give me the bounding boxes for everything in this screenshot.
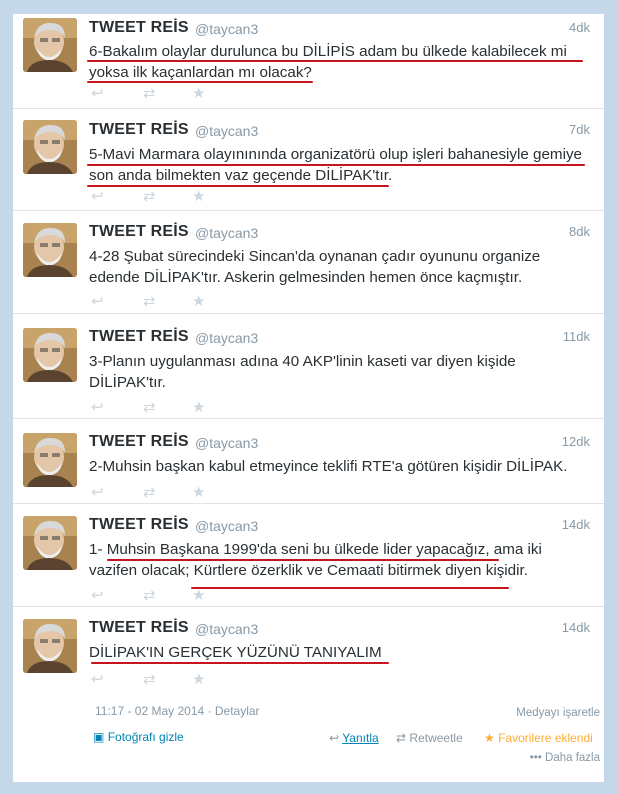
flag-media-link[interactable]: Medyayı işaretle [516,707,600,719]
red-underline-annotation [87,185,389,187]
tweet-detail-footer: 11:17 - 02 May 2014 · Detaylar Medyayı i… [13,704,604,782]
tweet-text-line: 4-28 Şubat sürecindeki Sincan'da oynanan… [89,248,541,265]
tweet-text: 4-28 Şubat sürecindeki Sincan'da oynanan… [89,246,589,288]
favorite-button[interactable]: ★ Favorilere eklendi [484,731,593,745]
tweet-time[interactable]: 12dk [562,434,590,449]
tweet-time[interactable]: 14dk [562,620,590,635]
tweet-text-line: 2-Muhsin başkan kabul etmeyince teklifi … [89,458,568,475]
star-icon[interactable]: ★ [192,189,205,205]
red-underline-annotation [87,60,583,62]
tweet-text: 3-Planın uygulanması adına 40 AKP'linin … [89,351,589,393]
retweet-label: Retweetle [409,731,463,745]
star-icon[interactable]: ★ [192,485,205,501]
star-icon[interactable]: ★ [192,86,205,102]
user-handle[interactable]: @taycan3 [195,225,258,241]
tweet-text-line: 1- Muhsin Başkana 1999'da seni bu ülkede… [89,541,542,558]
tweet-text-line: vazifen olacak; Kürtlere özerklik ve Cem… [89,562,528,579]
tweet-item[interactable]: TWEET REİS @taycan3 14dk 1- Muhsin Başka… [13,503,604,607]
star-icon: ★ [484,731,495,745]
tweet-item[interactable]: TWEET REİS @taycan3 8dk 4-28 Şubat sürec… [13,210,604,314]
tweet-time[interactable]: 7dk [569,122,590,137]
retweet-icon[interactable]: ⇄ [143,588,156,604]
tweet-timeline: TWEET REİS @taycan3 4dk 6-Bakalım olayla… [13,14,604,782]
reply-icon: ↩ [329,731,340,745]
retweet-icon[interactable]: ⇄ [143,485,156,501]
tweet-text-line: 3-Planın uygulanması adına 40 AKP'linin … [89,353,516,370]
more-label: Daha fazla [545,752,600,764]
tweet-text-line: edende DİLİPAK'tır. Askerin gelmesinden … [89,269,523,286]
tweet-timestamp[interactable]: 11:17 - 02 May 2014 · Detaylar [95,704,260,718]
retweet-button[interactable]: ⇄ Retweetle [396,731,463,745]
reply-icon[interactable]: ↩ [91,672,104,688]
tweet-item[interactable]: TWEET REİS @taycan3 12dk 2-Muhsin başkan… [13,418,604,504]
display-name[interactable]: TWEET REİS [89,121,189,139]
avatar[interactable] [23,328,77,382]
tweet-text-line: 6-Bakalım olaylar durulunca bu DİLİPİS a… [89,43,567,60]
photo-icon: ▣ [93,730,105,744]
user-handle[interactable]: @taycan3 [195,621,258,637]
tweet-item[interactable]: TWEET REİS @taycan3 14dk DİLİPAK'IN GERÇ… [13,606,604,696]
tweet-text-line: yoksa ilk kaçanlardan mı olacak? [89,64,312,81]
user-handle[interactable]: @taycan3 [195,123,258,139]
user-handle[interactable]: @taycan3 [195,330,258,346]
display-name[interactable]: TWEET REİS [89,19,189,37]
display-name[interactable]: TWEET REİS [89,516,189,534]
red-underline-annotation [191,587,509,589]
red-underline-annotation [87,164,585,166]
user-handle[interactable]: @taycan3 [195,518,258,534]
reply-icon[interactable]: ↩ [91,86,104,102]
avatar[interactable] [23,223,77,277]
retweet-icon[interactable]: ⇄ [143,672,156,688]
avatar[interactable] [23,433,77,487]
tweet-item[interactable]: TWEET REİS @taycan3 11dk 3-Planın uygula… [13,313,604,419]
avatar[interactable] [23,120,77,174]
reply-icon[interactable]: ↩ [91,189,104,205]
tweet-text: 2-Muhsin başkan kabul etmeyince teklifi … [89,456,589,477]
display-name[interactable]: TWEET REİS [89,619,189,637]
reply-icon[interactable]: ↩ [91,400,104,416]
red-underline-annotation [87,81,313,83]
display-name[interactable]: TWEET REİS [89,433,189,451]
more-dots-icon: ••• [529,752,542,764]
tweet-time[interactable]: 11dk [563,329,590,344]
star-icon[interactable]: ★ [192,588,205,604]
retweet-icon[interactable]: ⇄ [143,400,156,416]
avatar[interactable] [23,516,77,570]
tweet-text: 6-Bakalım olaylar durulunca bu DİLİPİS a… [89,41,589,83]
tweet-text-line: DİLİPAK'IN GERÇEK YÜZÜNÜ TANIYALIM [89,644,382,661]
red-underline-annotation [91,662,389,664]
tweet-time[interactable]: 8dk [569,224,590,239]
user-handle[interactable]: @taycan3 [195,21,258,37]
favorite-label: Favorilere eklendi [498,731,593,745]
reply-icon[interactable]: ↩ [91,485,104,501]
tweet-item[interactable]: TWEET REİS @taycan3 7dk 5-Mavi Marmara o… [13,108,604,211]
retweet-icon: ⇄ [396,731,407,745]
retweet-icon[interactable]: ⇄ [143,189,156,205]
reply-label: Yanıtla [342,731,379,745]
retweet-icon[interactable]: ⇄ [143,294,156,310]
star-icon[interactable]: ★ [192,294,205,310]
display-name[interactable]: TWEET REİS [89,328,189,346]
star-icon[interactable]: ★ [192,672,205,688]
tweet-text-line: DİLİPAK'tır. [89,374,166,391]
tweet-time[interactable]: 4dk [569,20,590,35]
hide-photo-button[interactable]: ▣ Fotoğrafı gizle [93,730,184,744]
tweet-time[interactable]: 14dk [562,517,590,532]
avatar[interactable] [23,619,77,673]
more-button[interactable]: ••• Daha fazla [530,752,600,764]
tweet-text-line: son anda bilmekten vaz geçende DİLİPAK't… [89,167,393,184]
tweet-text-line: 5-Mavi Marmara olayınınında organizatörü… [89,146,583,163]
tweet-item[interactable]: TWEET REİS @taycan3 4dk 6-Bakalım olayla… [13,14,604,109]
star-icon[interactable]: ★ [192,400,205,416]
hide-photo-label: Fotoğrafı gizle [107,730,184,744]
reply-button[interactable]: ↩ Yanıtla [329,731,379,745]
display-name[interactable]: TWEET REİS [89,223,189,241]
reply-icon[interactable]: ↩ [91,294,104,310]
tweet-text: DİLİPAK'IN GERÇEK YÜZÜNÜ TANIYALIM [89,642,589,663]
avatar[interactable] [23,18,77,72]
user-handle[interactable]: @taycan3 [195,435,258,451]
reply-icon[interactable]: ↩ [91,588,104,604]
red-underline-annotation [107,559,499,561]
retweet-icon[interactable]: ⇄ [143,86,156,102]
